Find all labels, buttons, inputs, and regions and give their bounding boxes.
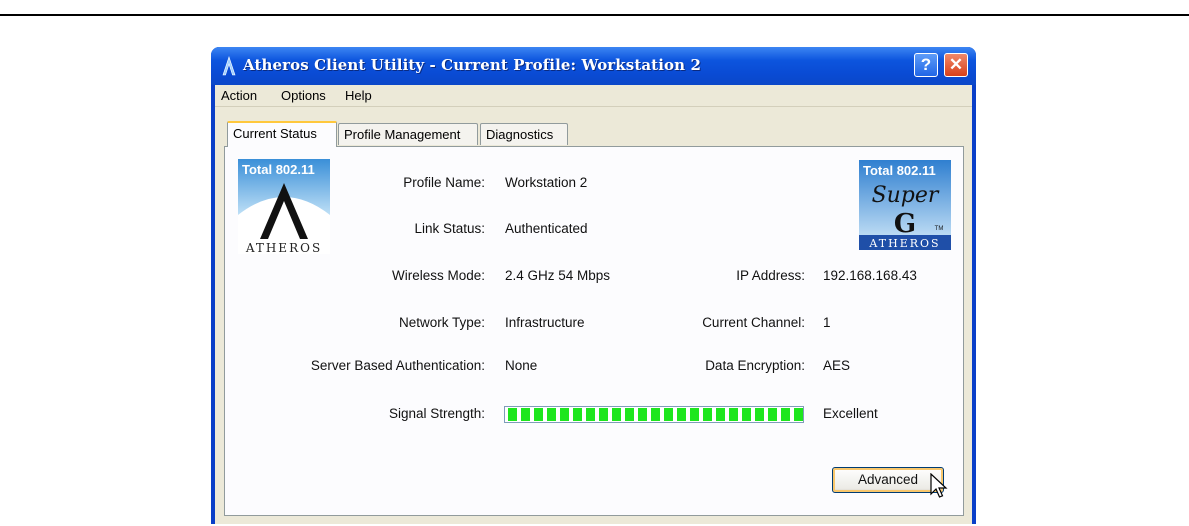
current-channel-label: Current Channel: bbox=[702, 315, 805, 330]
right-logo-name: ATHEROS bbox=[868, 237, 940, 250]
profile-name-label: Profile Name: bbox=[403, 175, 485, 190]
signal-segment bbox=[729, 408, 738, 421]
app-window: Atheros Client Utility - Current Profile… bbox=[211, 47, 976, 524]
signal-segment bbox=[742, 408, 751, 421]
data-encryption-label: Data Encryption: bbox=[705, 358, 805, 373]
signal-segment bbox=[703, 408, 712, 421]
right-logo-tm: TM bbox=[935, 226, 944, 232]
top-rule bbox=[0, 14, 1189, 16]
server-auth-label: Server Based Authentication: bbox=[310, 358, 485, 373]
network-type-value: Infrastructure bbox=[505, 315, 585, 330]
tab-profile-management[interactable]: Profile Management bbox=[338, 123, 478, 145]
signal-segment bbox=[690, 408, 699, 421]
signal-segment bbox=[716, 408, 725, 421]
menu-options[interactable]: Options bbox=[281, 88, 326, 103]
menu-bar: Action Options Help bbox=[215, 85, 972, 107]
left-logo-name: ATHEROS bbox=[245, 241, 322, 254]
signal-segment bbox=[794, 408, 803, 421]
signal-segment bbox=[534, 408, 543, 421]
signal-segment bbox=[612, 408, 621, 421]
signal-segment bbox=[573, 408, 582, 421]
client-area: Action Options Help Current Status Profi… bbox=[215, 85, 972, 524]
profile-name-value: Workstation 2 bbox=[505, 175, 588, 190]
advanced-button[interactable]: Advanced bbox=[832, 467, 944, 493]
tab-current-status[interactable]: Current Status bbox=[227, 121, 337, 147]
right-logo-brand: Total 802.11 bbox=[863, 163, 936, 178]
right-logo-g: G bbox=[894, 209, 916, 239]
title-bar[interactable]: Atheros Client Utility - Current Profile… bbox=[211, 47, 976, 85]
close-button[interactable]: ✕ bbox=[944, 53, 968, 77]
menu-help[interactable]: Help bbox=[345, 88, 372, 103]
atheros-super-g-logo: Total 802.11 Super G TM ATHEROS bbox=[859, 160, 951, 250]
right-logo-super: Super bbox=[872, 183, 940, 208]
link-status-value: Authenticated bbox=[505, 221, 588, 236]
signal-segment bbox=[586, 408, 595, 421]
signal-segment bbox=[599, 408, 608, 421]
menu-action[interactable]: Action bbox=[221, 88, 257, 103]
link-status-label: Link Status: bbox=[414, 221, 485, 236]
signal-segment bbox=[768, 408, 777, 421]
data-encryption-value: AES bbox=[823, 358, 851, 373]
wireless-mode-value: 2.4 GHz 54 Mbps bbox=[505, 268, 611, 283]
atheros-logo-left: Total 802.11 ATHEROS bbox=[238, 159, 330, 254]
signal-strength-bar bbox=[504, 406, 804, 423]
network-type-label: Network Type: bbox=[398, 315, 485, 330]
ip-address-label: IP Address: bbox=[736, 268, 805, 283]
left-logo-brand: Total 802.11 bbox=[242, 162, 315, 177]
tab-diagnostics[interactable]: Diagnostics bbox=[480, 123, 568, 145]
ip-address-value: 192.168.168.43 bbox=[823, 268, 917, 283]
signal-segment bbox=[638, 408, 647, 421]
signal-strength-label: Signal Strength: bbox=[388, 406, 485, 421]
signal-segment bbox=[521, 408, 530, 421]
signal-segment bbox=[781, 408, 790, 421]
signal-strength-text: Excellent bbox=[823, 406, 878, 421]
wireless-mode-label: Wireless Mode: bbox=[391, 268, 485, 283]
atheros-title-icon bbox=[222, 56, 236, 76]
signal-segment bbox=[651, 408, 660, 421]
signal-segment bbox=[625, 408, 634, 421]
mouse-cursor-icon bbox=[930, 473, 948, 498]
signal-segment bbox=[560, 408, 569, 421]
signal-segment bbox=[508, 408, 517, 421]
window-title: Atheros Client Utility - Current Profile… bbox=[243, 56, 701, 74]
server-auth-value: None bbox=[505, 358, 538, 373]
help-button[interactable]: ? bbox=[914, 53, 938, 77]
signal-segment bbox=[677, 408, 686, 421]
current-status-panel bbox=[224, 146, 964, 516]
signal-segment bbox=[547, 408, 556, 421]
current-channel-value: 1 bbox=[823, 315, 831, 330]
signal-segment bbox=[664, 408, 673, 421]
signal-segment bbox=[755, 408, 764, 421]
